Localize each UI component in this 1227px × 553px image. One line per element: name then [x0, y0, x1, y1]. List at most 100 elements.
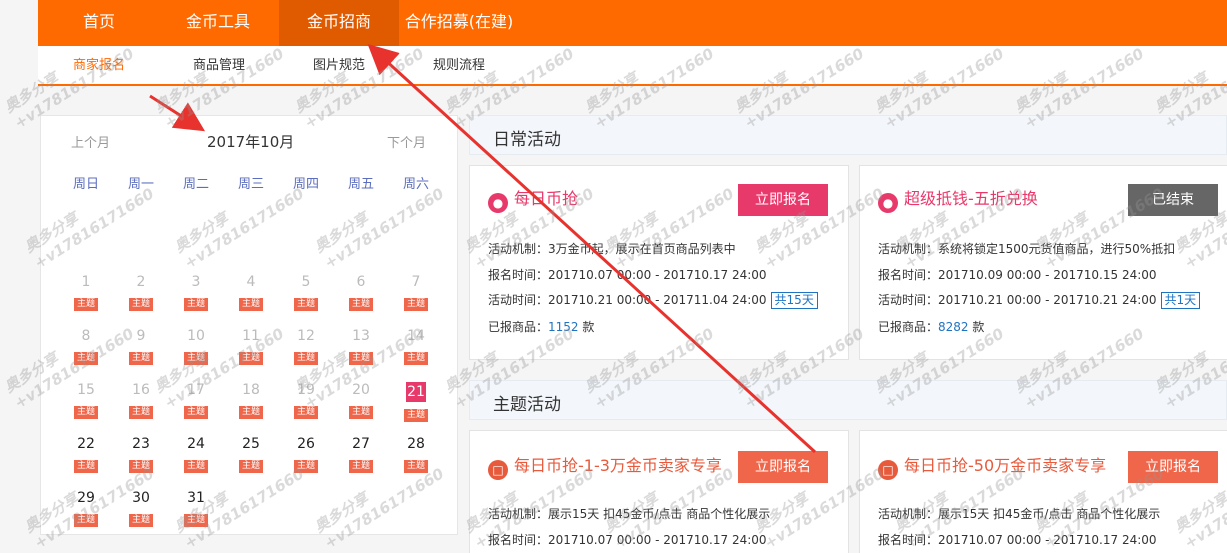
subnav-product-management[interactable]: 商品管理: [193, 46, 245, 86]
theme-tag[interactable]: 主题: [238, 406, 263, 419]
theme-tag[interactable]: 主题: [128, 514, 153, 527]
calendar-day[interactable]: 20 主题: [341, 381, 381, 419]
theme-tag[interactable]: 主题: [73, 514, 98, 527]
bookmark-icon: □: [878, 460, 898, 480]
nav-home[interactable]: 首页: [60, 0, 138, 46]
theme-tag[interactable]: 主题: [128, 352, 153, 365]
theme-tag[interactable]: 主题: [183, 460, 208, 473]
calendar-day[interactable]: 17 主题: [176, 381, 216, 419]
calendar-day[interactable]: 5 主题: [286, 273, 326, 311]
subnav-rules-process[interactable]: 规则流程: [433, 46, 485, 86]
theme-tag[interactable]: 主题: [73, 460, 98, 473]
section-title: 主题活动: [493, 395, 561, 415]
activity-card: ● 每日币抢 立即报名 活动机制：3万金币起，展示在首页商品列表中 报名时间：20…: [469, 165, 849, 360]
day-number: 6: [356, 274, 366, 290]
calendar-day[interactable]: 28 主题: [396, 435, 436, 473]
theme-tag[interactable]: 主题: [238, 460, 263, 473]
calendar-day[interactable]: 15 主题: [66, 381, 106, 419]
card-title: ● 超级抵钱-五折兑换: [878, 187, 1038, 213]
card-mechanism: 活动机制：系统将锁定1500元货值商品，进行50%抵扣: [878, 242, 1176, 256]
signup-button[interactable]: 立即报名: [1128, 451, 1218, 483]
theme-tag[interactable]: 主题: [293, 352, 318, 365]
top-navigation: 首页 金币工具 金币招商 合作招募(在建): [38, 0, 1227, 46]
subnav-merchant-signup[interactable]: 商家报名: [73, 46, 125, 86]
calendar-day[interactable]: 11 主题: [231, 327, 271, 365]
registered-count[interactable]: 1152: [548, 320, 579, 334]
theme-tag[interactable]: 主题: [348, 352, 373, 365]
calendar-day[interactable]: 1 主题: [66, 273, 106, 311]
activity-card: ● 超级抵钱-五折兑换 已结束 活动机制：系统将锁定1500元货值商品，进行50%…: [859, 165, 1227, 360]
calendar-day[interactable]: 7 主题: [396, 273, 436, 311]
theme-tag[interactable]: 主题: [238, 352, 263, 365]
card-signup-time: 报名时间：201710.07 00:00 - 201710.17 24:00: [878, 533, 1157, 547]
signup-button[interactable]: 立即报名: [738, 451, 828, 483]
calendar-day[interactable]: 21 主题: [396, 381, 436, 422]
calendar-day[interactable]: 3 主题: [176, 273, 216, 311]
theme-tag[interactable]: 主题: [348, 298, 373, 311]
theme-tag[interactable]: 主题: [293, 298, 318, 311]
theme-tag[interactable]: 主题: [348, 406, 373, 419]
theme-tag[interactable]: 主题: [73, 352, 98, 365]
calendar-day[interactable]: 22 主题: [66, 435, 106, 473]
calendar-day[interactable]: 4 主题: [231, 273, 271, 311]
calendar-day[interactable]: 18 主题: [231, 381, 271, 419]
calendar-day[interactable]: 25 主题: [231, 435, 271, 473]
calendar-day[interactable]: 24 主题: [176, 435, 216, 473]
theme-tag[interactable]: 主题: [183, 406, 208, 419]
calendar-day[interactable]: 31 主题: [176, 489, 216, 527]
calendar-day[interactable]: 12 主题: [286, 327, 326, 365]
day-number: 4: [246, 274, 256, 290]
card-signup-time: 报名时间：201710.09 00:00 - 201710.15 24:00: [878, 268, 1157, 282]
theme-tag[interactable]: 主题: [183, 352, 208, 365]
theme-tag[interactable]: 主题: [238, 298, 263, 311]
day-number: 13: [352, 328, 370, 344]
nav-cooperation[interactable]: 合作招募(在建): [399, 0, 519, 46]
calendar-day[interactable]: 19 主题: [286, 381, 326, 419]
weekday-fri: 周五: [347, 177, 374, 192]
calendar-day[interactable]: 2 主题: [121, 273, 161, 311]
ended-button[interactable]: 已结束: [1128, 184, 1218, 216]
signup-button[interactable]: 立即报名: [738, 184, 828, 216]
next-month-link[interactable]: 下个月: [387, 132, 426, 151]
calendar-day[interactable]: 29 主题: [66, 489, 106, 527]
user-icon: ●: [878, 193, 898, 213]
theme-tag[interactable]: 主题: [128, 406, 153, 419]
card-signup-time: 报名时间：201710.07 00:00 - 201710.17 24:00: [488, 533, 767, 547]
duration-badge: 共15天: [770, 292, 818, 309]
subnav-image-spec[interactable]: 图片规范: [313, 46, 365, 86]
calendar-day[interactable]: 14 主题: [396, 327, 436, 365]
theme-tag[interactable]: 主题: [293, 460, 318, 473]
calendar-day[interactable]: 6 主题: [341, 273, 381, 311]
registered-count[interactable]: 8282: [938, 320, 969, 334]
calendar-day[interactable]: 13 主题: [341, 327, 381, 365]
calendar-day[interactable]: 16 主题: [121, 381, 161, 419]
day-number: 7: [411, 274, 421, 290]
theme-tag[interactable]: 主题: [128, 298, 153, 311]
card-active-time: 活动时间：201710.21 00:00 - 201710.21 24:00 共1…: [878, 291, 1201, 309]
calendar-day[interactable]: 10 主题: [176, 327, 216, 365]
theme-tag[interactable]: 主题: [403, 460, 428, 473]
prev-month-link[interactable]: 上个月: [71, 132, 110, 151]
theme-tag[interactable]: 主题: [73, 298, 98, 311]
calendar-day[interactable]: 23 主题: [121, 435, 161, 473]
theme-tag[interactable]: 主题: [348, 460, 373, 473]
calendar-day[interactable]: 9 主题: [121, 327, 161, 365]
nav-coin-tools[interactable]: 金币工具: [168, 0, 268, 46]
nav-coin-merchants[interactable]: 金币招商: [279, 0, 399, 46]
card-title-text: 每日币抢: [514, 189, 579, 208]
day-number: 16: [132, 382, 150, 398]
theme-tag[interactable]: 主题: [403, 298, 428, 311]
theme-tag[interactable]: 主题: [403, 409, 428, 422]
day-number: 15: [77, 382, 95, 398]
calendar-day[interactable]: 27 主题: [341, 435, 381, 473]
calendar-day[interactable]: 8 主题: [66, 327, 106, 365]
theme-tag[interactable]: 主题: [403, 352, 428, 365]
theme-tag[interactable]: 主题: [73, 406, 98, 419]
day-number: 17: [187, 382, 205, 398]
theme-tag[interactable]: 主题: [183, 298, 208, 311]
calendar-day[interactable]: 26 主题: [286, 435, 326, 473]
calendar-day[interactable]: 30 主题: [121, 489, 161, 527]
theme-tag[interactable]: 主题: [183, 514, 208, 527]
theme-tag[interactable]: 主题: [293, 406, 318, 419]
theme-tag[interactable]: 主题: [128, 460, 153, 473]
